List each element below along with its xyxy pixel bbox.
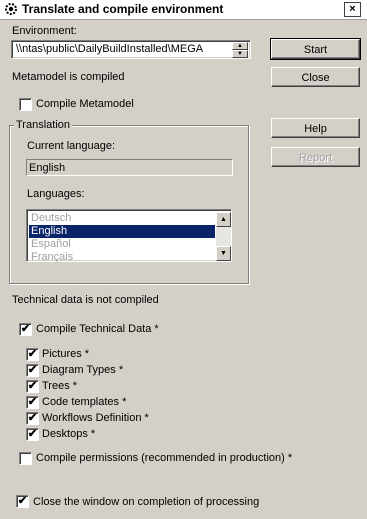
scroll-down-arrow-icon[interactable]: ▼ bbox=[216, 246, 231, 261]
language-item[interactable]: Deutsch bbox=[29, 212, 215, 225]
technical-item-label: Code templates * bbox=[42, 396, 127, 408]
technical-status: Technical data is not compiled bbox=[12, 294, 159, 306]
current-language-label: Current language: bbox=[27, 140, 116, 152]
technical-item-label: Diagram Types * bbox=[42, 364, 124, 376]
close-on-completion-label: Close the window on completion of proces… bbox=[33, 496, 260, 508]
metamodel-status: Metamodel is compiled bbox=[12, 71, 125, 83]
environment-value: \\ntas\public\DailyBuildInstalled\MEGA bbox=[16, 43, 204, 55]
technical-item-checkbox[interactable]: ✔ bbox=[26, 380, 39, 393]
compile-permissions-label: Compile permissions (recommended in prod… bbox=[36, 452, 293, 464]
technical-item-checkbox[interactable]: ✔ bbox=[26, 428, 39, 441]
environment-field[interactable]: \\ntas\public\DailyBuildInstalled\MEGA ▲… bbox=[11, 40, 251, 59]
close-button[interactable]: Close bbox=[271, 67, 360, 87]
spin-up-button[interactable]: ▲ bbox=[232, 42, 248, 50]
technical-item-label: Desktops * bbox=[42, 428, 96, 440]
start-button[interactable]: Start bbox=[270, 38, 361, 60]
close-on-completion-checkbox[interactable]: ✔ bbox=[16, 495, 29, 508]
scroll-up-arrow-icon[interactable]: ▲ bbox=[216, 212, 231, 227]
technical-item-label: Workflows Definition * bbox=[42, 412, 149, 424]
languages-scrollbar[interactable]: ▲ ▼ bbox=[216, 212, 231, 261]
current-language-value: English bbox=[29, 162, 66, 174]
spin-down-button[interactable]: ▼ bbox=[232, 50, 248, 58]
technical-item-checkbox[interactable]: ✔ bbox=[26, 364, 39, 377]
close-window-button[interactable]: × bbox=[344, 2, 361, 17]
compile-technical-label: Compile Technical Data * bbox=[36, 323, 159, 335]
compile-permissions-checkbox[interactable] bbox=[19, 452, 32, 465]
compile-technical-checkbox[interactable]: ✔ bbox=[19, 323, 32, 336]
environment-label: Environment: bbox=[12, 25, 77, 37]
technical-item-label: Pictures * bbox=[42, 348, 90, 360]
translation-group-title: Translation bbox=[14, 119, 73, 131]
language-item[interactable]: English bbox=[29, 225, 215, 238]
compile-metamodel-label: Compile Metamodel bbox=[36, 98, 134, 110]
app-gear-icon bbox=[4, 2, 18, 16]
window-title: Translate and compile environment bbox=[22, 2, 224, 16]
report-button[interactable]: Report bbox=[271, 147, 360, 167]
close-icon: × bbox=[349, 3, 356, 15]
title-bar: Translate and compile environment × bbox=[0, 0, 367, 20]
technical-item-checkbox[interactable]: ✔ bbox=[26, 412, 39, 425]
language-item[interactable]: Français bbox=[29, 251, 215, 264]
help-button[interactable]: Help bbox=[271, 118, 360, 138]
language-item[interactable]: Español bbox=[29, 238, 215, 251]
languages-listbox[interactable]: Deutsch English Español Français ▲ ▼ bbox=[26, 209, 232, 264]
languages-label: Languages: bbox=[27, 188, 85, 200]
current-language-field: English bbox=[26, 159, 233, 176]
technical-item-label: Trees * bbox=[42, 380, 78, 392]
technical-item-checkbox[interactable]: ✔ bbox=[26, 348, 39, 361]
compile-metamodel-checkbox[interactable] bbox=[19, 98, 32, 111]
technical-item-checkbox[interactable]: ✔ bbox=[26, 396, 39, 409]
